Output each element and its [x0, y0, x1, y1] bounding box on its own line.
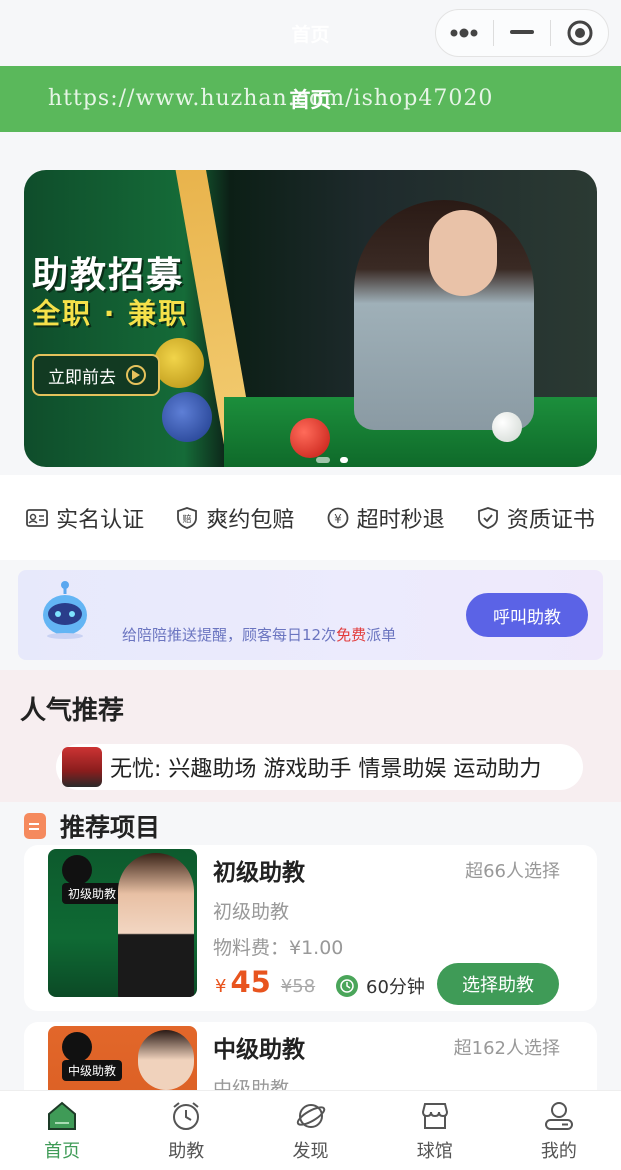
duration-label: 60分钟: [366, 977, 425, 998]
section-title: 推荐项目: [60, 813, 161, 842]
eight-ball-icon: [62, 855, 92, 885]
tab-venue[interactable]: 球馆: [373, 1091, 497, 1170]
guarantee-row: 实名认证 赔 爽约包赔 ¥ 超时秒退 资质证书: [0, 475, 621, 560]
page-title: 首页: [289, 88, 332, 112]
red-ball: [290, 418, 330, 458]
id-card-icon: [26, 507, 49, 529]
duration: 60分钟: [336, 973, 425, 999]
tab-label: 球馆: [416, 1141, 453, 1162]
recommend-header: 推荐项目: [24, 808, 160, 844]
price-currency: ¥: [215, 976, 227, 997]
guarantee-real-name: 实名认证: [26, 502, 144, 534]
guarantee-label: 爽约包赔: [206, 507, 295, 533]
selected-count: 超162人选择: [453, 1038, 560, 1059]
ball-two: [162, 392, 212, 442]
guarantee-refund: ¥ 超时秒退: [327, 502, 445, 534]
service-thumbnail: 初级助教: [48, 849, 197, 997]
thumbnail-badge: 初级助教: [62, 883, 123, 904]
banner-pagination: [316, 457, 348, 463]
popular-title: 人气推荐: [20, 696, 125, 726]
service-card[interactable]: 初级助教 初级助教 超66人选择 初级助教 物料费：¥1.00 ¥ 45 ¥58…: [24, 845, 597, 1011]
planet-icon: [294, 1099, 328, 1133]
shield-pay-icon: 赔: [176, 506, 198, 529]
banner-cta-button[interactable]: 立即前去: [32, 354, 160, 396]
eight-ball-icon: [62, 1032, 92, 1062]
material-fee: 物料费：¥1.00: [213, 937, 344, 959]
marquee-text: 无忧: 兴趣助场 游戏助手 情景助娱 运动助力: [110, 757, 542, 782]
notify-text: 给陪陪推送提醒，顾客每日12次免费派单: [122, 624, 396, 645]
list-icon: [24, 813, 46, 839]
tab-mine[interactable]: 我的: [497, 1091, 621, 1170]
title-bar: 首页: [0, 0, 621, 66]
notify-text-part: 给陪陪推送提醒，顾客每日12次: [122, 626, 337, 644]
service-name: 初级助教: [213, 860, 305, 886]
promo-banner[interactable]: 助教招募 全职 · 兼职 立即前去: [24, 170, 597, 467]
tab-discover[interactable]: 发现: [248, 1091, 372, 1170]
service-subtitle: 初级助教: [213, 901, 290, 923]
notify-highlight: 免费: [336, 626, 367, 644]
banner-subline: 全职 · 兼职: [32, 297, 189, 330]
target-icon: [567, 20, 593, 46]
guarantee-label: 实名认证: [56, 507, 145, 533]
select-assistant-button[interactable]: 选择助教: [437, 963, 559, 1005]
more-dots-icon: [450, 28, 478, 38]
notify-text-part: 派单: [366, 626, 397, 644]
guarantee-certificate: 资质证书: [477, 502, 595, 534]
tab-assistant[interactable]: 助教: [124, 1091, 248, 1170]
popular-section: 人气推荐 无忧: 兴趣助场 游戏助手 情景助娱 运动助力: [0, 670, 621, 802]
thumbnail-person: [138, 1030, 194, 1090]
thumbnail-badge: 中级助教: [62, 1060, 123, 1081]
original-price: ¥58: [280, 976, 316, 997]
selected-count: 超66人选择: [465, 861, 560, 882]
pagination-dot[interactable]: [316, 457, 330, 463]
ball-one: [154, 338, 204, 388]
shield-check-icon: [477, 506, 499, 529]
banner-player-face: [429, 210, 497, 296]
tab-label: 我的: [540, 1141, 577, 1162]
call-assistant-button[interactable]: 呼叫助教: [466, 593, 588, 637]
play-icon: [126, 365, 146, 385]
minimize-button[interactable]: [494, 10, 551, 56]
thumbnail-person: [118, 853, 194, 997]
tab-label: 首页: [44, 1141, 81, 1162]
minus-icon: [510, 30, 534, 34]
home-icon: [45, 1099, 79, 1133]
mini-program-capsule: [435, 9, 609, 57]
bottom-tab-bar: 首页 助教 发现 球馆 我的: [0, 1090, 621, 1170]
alarm-clock-icon: [169, 1099, 203, 1133]
more-menu-button[interactable]: [436, 10, 493, 56]
pagination-dot-active[interactable]: [340, 457, 348, 463]
robot-icon: [43, 581, 87, 639]
user-icon: [542, 1099, 576, 1133]
price: ¥ 45 ¥58: [215, 965, 315, 999]
store-icon: [418, 1099, 452, 1133]
service-name: 中级助教: [213, 1037, 305, 1063]
yen-coin-icon: ¥: [327, 507, 349, 529]
price-value: 45: [230, 965, 271, 999]
banner-headline: 助教招募: [32, 255, 185, 296]
svg-text:¥: ¥: [334, 512, 342, 526]
popular-marquee[interactable]: 无忧: 兴趣助场 游戏助手 情景助娱 运动助力: [56, 744, 583, 790]
guarantee-label: 资质证书: [506, 507, 595, 533]
guarantee-no-show: 赔 爽约包赔: [176, 502, 294, 534]
svg-text:赔: 赔: [183, 513, 192, 525]
tab-label: 助教: [168, 1141, 205, 1162]
guarantee-label: 超时秒退: [356, 507, 445, 533]
page-header: https://www.huzhan.com/ishop47020 首页: [0, 66, 621, 132]
avatar: [62, 747, 102, 787]
close-app-button[interactable]: [551, 10, 608, 56]
notify-panel: 给陪陪推送提醒，顾客每日12次免费派单 呼叫助教: [18, 570, 603, 660]
clock-icon: [336, 975, 358, 997]
tab-home[interactable]: 首页: [0, 1091, 124, 1170]
tab-label: 发现: [292, 1141, 329, 1162]
banner-cta-label: 立即前去: [48, 367, 116, 388]
white-ball: [492, 412, 522, 442]
